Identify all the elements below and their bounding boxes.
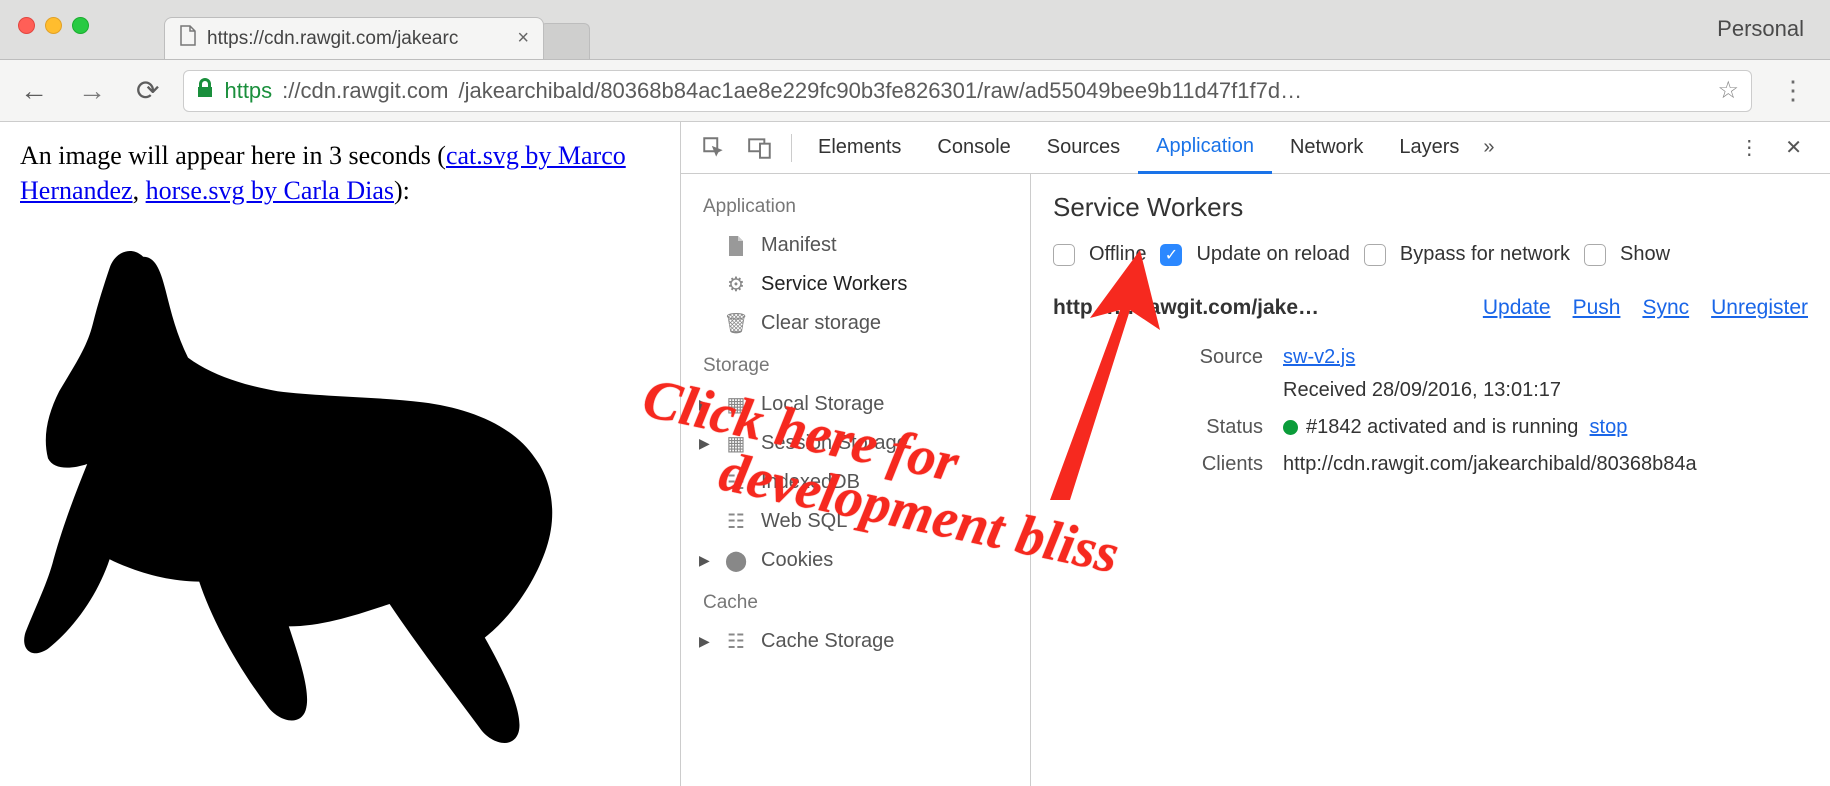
bypass-checkbox[interactable] bbox=[1364, 244, 1386, 266]
tab-elements[interactable]: Elements bbox=[800, 122, 919, 174]
address-bar[interactable]: https ://cdn.rawgit.com/jakearchibald/803… bbox=[183, 70, 1752, 112]
sidebar-item-local-storage[interactable]: ▶▦Local Storage bbox=[681, 385, 1030, 424]
status-label: Status bbox=[1183, 416, 1263, 439]
clients-label: Clients bbox=[1183, 453, 1263, 476]
url-path: /jakearchibald/80368b84ac1ae8e229fc90b3f… bbox=[458, 78, 1302, 104]
sidebar-item-clear-storage[interactable]: 🗑Clear storage bbox=[681, 304, 1030, 343]
minimize-window-button[interactable] bbox=[45, 17, 62, 34]
database-icon: ☷ bbox=[725, 511, 747, 533]
horse-image bbox=[20, 212, 660, 781]
gear-icon: ⚙ bbox=[725, 274, 747, 296]
tab-console[interactable]: Console bbox=[919, 122, 1028, 174]
sidebar-item-manifest[interactable]: Manifest bbox=[681, 226, 1030, 265]
reload-button[interactable]: ⟳ bbox=[130, 75, 165, 107]
forward-button[interactable]: → bbox=[72, 75, 112, 107]
page-icon bbox=[179, 25, 197, 53]
sw-action-push[interactable]: Push bbox=[1573, 296, 1621, 320]
profile-label[interactable]: Personal bbox=[1717, 16, 1804, 42]
sidebar-item-websql[interactable]: ☷Web SQL bbox=[681, 502, 1030, 541]
sw-action-sync[interactable]: Sync bbox=[1642, 296, 1689, 320]
sidebar-item-indexeddb[interactable]: ☷IndexedDB bbox=[681, 463, 1030, 502]
sidebar-item-service-workers[interactable]: ⚙Service Workers bbox=[681, 265, 1030, 304]
sw-origin: http…….rawgit.com/jake… bbox=[1053, 296, 1319, 320]
sidebar-item-session-storage[interactable]: ▶▦Session Storage bbox=[681, 424, 1030, 463]
offline-checkbox[interactable] bbox=[1053, 244, 1075, 266]
cookie-icon: ⬤ bbox=[725, 550, 747, 572]
devtools-close-icon[interactable]: ✕ bbox=[1785, 135, 1802, 160]
devtools-tabstrip: Elements Console Sources Application Net… bbox=[681, 122, 1830, 174]
update-label: Update on reload bbox=[1196, 243, 1349, 266]
update-on-reload-checkbox[interactable]: ✓ bbox=[1160, 244, 1182, 266]
devtools-panel: Elements Console Sources Application Net… bbox=[680, 122, 1830, 786]
window-controls bbox=[18, 17, 89, 34]
new-tab-button[interactable] bbox=[540, 23, 590, 59]
tab-application[interactable]: Application bbox=[1138, 122, 1272, 174]
inspect-icon[interactable] bbox=[691, 135, 737, 161]
bookmark-star-icon[interactable]: ☆ bbox=[1717, 76, 1739, 105]
table-icon: ▦ bbox=[725, 394, 747, 416]
lock-icon bbox=[196, 78, 214, 104]
sidebar-item-cache-storage[interactable]: ▶☷Cache Storage bbox=[681, 622, 1030, 661]
tab-title: https://cdn.rawgit.com/jakearc bbox=[207, 28, 458, 50]
tab-close-icon[interactable]: × bbox=[517, 27, 529, 50]
maximize-window-button[interactable] bbox=[72, 17, 89, 34]
file-icon bbox=[725, 235, 747, 257]
panel-title: Service Workers bbox=[1053, 192, 1808, 223]
devtools-menu-icon[interactable]: ⋮ bbox=[1739, 135, 1759, 160]
sidebar-header-storage: Storage bbox=[681, 343, 1030, 385]
sidebar-header-application: Application bbox=[681, 184, 1030, 226]
url-scheme: https bbox=[224, 78, 272, 104]
table-icon: ▦ bbox=[725, 433, 747, 455]
toolbar: ← → ⟳ https ://cdn.rawgit.com/jakearchiba… bbox=[0, 60, 1830, 122]
stop-link[interactable]: stop bbox=[1590, 416, 1628, 438]
sw-action-unregister[interactable]: Unregister bbox=[1711, 296, 1808, 320]
devtools-sidebar: Application Manifest ⚙Service Workers 🗑C… bbox=[681, 174, 1031, 786]
tab-network[interactable]: Network bbox=[1272, 122, 1381, 174]
close-window-button[interactable] bbox=[18, 17, 35, 34]
show-label: Show bbox=[1620, 243, 1670, 266]
device-toggle-icon[interactable] bbox=[737, 135, 783, 161]
browser-tab-strip: https://cdn.rawgit.com/jakearc × Persona… bbox=[0, 0, 1830, 60]
back-button[interactable]: ← bbox=[14, 75, 54, 107]
tab-layers[interactable]: Layers bbox=[1381, 122, 1477, 174]
sw-action-update[interactable]: Update bbox=[1483, 296, 1551, 320]
tabs-overflow-icon[interactable]: » bbox=[1483, 136, 1494, 159]
source-label: Source bbox=[1183, 346, 1263, 369]
show-checkbox[interactable] bbox=[1584, 244, 1606, 266]
page-text: An image will appear here in 3 seconds ( bbox=[20, 141, 446, 170]
browser-menu-button[interactable]: ⋮ bbox=[1770, 75, 1816, 106]
sidebar-header-cache: Cache bbox=[681, 580, 1030, 622]
url-host: ://cdn.rawgit.com bbox=[282, 78, 448, 104]
received-text: Received 28/09/2016, 13:01:17 bbox=[1283, 379, 1561, 402]
database-icon: ☷ bbox=[725, 472, 747, 494]
clients-text: http://cdn.rawgit.com/jakearchibald/8036… bbox=[1283, 453, 1697, 476]
link-horse-svg[interactable]: horse.svg by Carla Dias bbox=[146, 176, 394, 205]
trash-icon: 🗑 bbox=[725, 313, 747, 335]
bypass-label: Bypass for network bbox=[1400, 243, 1570, 266]
sidebar-item-cookies[interactable]: ▶⬤Cookies bbox=[681, 541, 1030, 580]
devtools-main: Service Workers Offline ✓ Update on relo… bbox=[1031, 174, 1830, 786]
page-content: An image will appear here in 3 seconds (… bbox=[0, 122, 680, 786]
tab-sources[interactable]: Sources bbox=[1029, 122, 1138, 174]
status-dot-icon bbox=[1283, 420, 1298, 435]
source-link[interactable]: sw-v2.js bbox=[1283, 346, 1355, 368]
status-text: #1842 activated and is running bbox=[1306, 416, 1578, 438]
browser-tab[interactable]: https://cdn.rawgit.com/jakearc × bbox=[164, 17, 544, 59]
database-icon: ☷ bbox=[725, 631, 747, 653]
offline-label: Offline bbox=[1089, 243, 1146, 266]
